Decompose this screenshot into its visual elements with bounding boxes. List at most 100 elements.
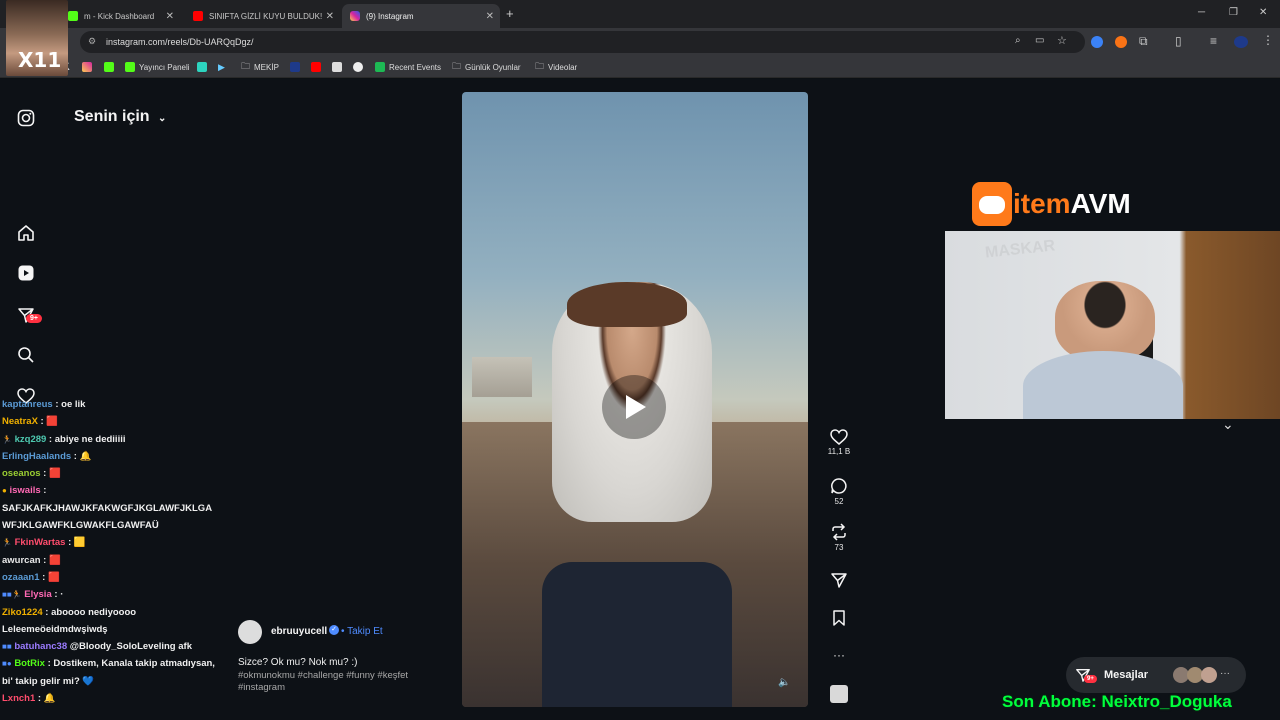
- bookmark-recent-events[interactable]: Recent Events: [375, 60, 441, 74]
- minimize-button[interactable]: ─: [1198, 7, 1205, 18]
- github-icon: [353, 62, 363, 72]
- messages-pill[interactable]: 9+ Mesajlar ···: [1066, 657, 1246, 693]
- share-button[interactable]: [826, 571, 852, 591]
- url-text: instagram.com/reels/Db-UARQqDgz/: [106, 37, 254, 47]
- bookmark-star-icon[interactable]: ☆: [1057, 34, 1067, 47]
- instagram-favicon-icon: [350, 11, 360, 21]
- audio-thumbnail[interactable]: [830, 685, 848, 703]
- bookmark-icon: [833, 610, 845, 626]
- comment-icon: [831, 478, 847, 494]
- tab-kick-dashboard[interactable]: m - Kick Dashboard ✕: [60, 4, 180, 28]
- youtube-icon: [193, 11, 203, 21]
- mute-icon[interactable]: 🔈: [778, 677, 790, 688]
- extensions-puzzle-icon[interactable]: ⧉: [1139, 34, 1148, 49]
- bookmark-label: Yayıncı Paneli: [139, 62, 190, 72]
- app-icon: [197, 62, 207, 72]
- bookmark-app[interactable]: [290, 60, 300, 74]
- author-username[interactable]: ebruuyucell: [271, 626, 327, 637]
- chat-username: iswails: [9, 485, 41, 497]
- repost-count: 73: [834, 543, 844, 552]
- chat-username: batuhanc38: [14, 641, 68, 653]
- sidepanel-icon[interactable]: ▯: [1175, 34, 1182, 48]
- tab-title: m - Kick Dashboard: [84, 11, 155, 21]
- tab-youtube-video[interactable]: SINIFTA GİZLİ KUYU BULDUK! 🐇 ✕: [185, 4, 340, 28]
- bookmark-play[interactable]: ▶: [218, 60, 225, 74]
- bookmark-folder-videolar[interactable]: 🗀 Videolar: [535, 60, 577, 74]
- cast-icon[interactable]: ▭: [1035, 35, 1044, 46]
- bookmark-kick[interactable]: [104, 60, 114, 74]
- home-icon[interactable]: [17, 224, 35, 242]
- chat-message: NeatraX : 🟥: [2, 416, 59, 428]
- more-options-icon[interactable]: ···: [826, 648, 852, 662]
- zoom-icon[interactable]: ⌕: [1015, 35, 1021, 46]
- feed-selector[interactable]: Senin için ⌄: [74, 108, 166, 126]
- bookmark-yayinci-paneli[interactable]: Yayıncı Paneli: [125, 60, 190, 74]
- bookmark-youtube[interactable]: [311, 60, 321, 74]
- close-window-button[interactable]: ✕: [1259, 7, 1267, 18]
- folder-icon: 🗀: [241, 61, 251, 71]
- browser-toolbar: ⚙ instagram.com/reels/Db-UARQqDgz/ ⌕ ▭ ☆…: [0, 28, 1280, 56]
- badge-icon: ●: [2, 486, 7, 496]
- bookmark-github[interactable]: [353, 60, 363, 74]
- chat-text: oe lik: [61, 399, 86, 410]
- bookmark-app[interactable]: [197, 60, 207, 74]
- post-hashtags[interactable]: #okmunokmu #challenge #funny #keşfet #in…: [238, 670, 448, 694]
- chat-text: 🟥: [47, 571, 60, 583]
- chat-username: kaptanreus: [2, 399, 53, 410]
- reels-icon[interactable]: [17, 264, 35, 282]
- play-button[interactable]: [602, 375, 666, 439]
- more-menu-icon[interactable]: ⋮: [1262, 33, 1274, 47]
- folder-icon: 🗀: [452, 61, 462, 71]
- close-tab-icon[interactable]: ✕: [166, 11, 174, 22]
- bookmark-image[interactable]: [332, 60, 342, 74]
- extension-icon[interactable]: [1115, 36, 1127, 48]
- last-subscriber-text: Son Abone: Neixtro_Doguka: [1002, 692, 1232, 711]
- repost-button[interactable]: 73: [826, 523, 852, 552]
- bookmark-instagram[interactable]: [82, 60, 92, 74]
- chat-text: abiye ne dediiiii: [54, 433, 126, 445]
- chat-username: Ziko1224: [2, 606, 43, 618]
- chat-text: 🟥: [49, 468, 61, 480]
- tab-instagram[interactable]: (9) Instagram ✕: [342, 4, 500, 28]
- chevron-down-icon[interactable]: ⌄: [1222, 416, 1234, 433]
- restore-button[interactable]: ❐: [1229, 7, 1238, 18]
- reel-video[interactable]: 🔈: [462, 92, 808, 707]
- app-icon: [290, 62, 300, 72]
- save-button[interactable]: [826, 609, 852, 629]
- instagram-logo-icon[interactable]: [17, 109, 35, 127]
- chat-message: ■● BotRix : Dostikem, Kanala takip atmad…: [2, 658, 215, 687]
- chat-username: BotRix: [14, 658, 45, 670]
- kick-icon: [125, 62, 135, 72]
- follow-label: Takip Et: [347, 626, 383, 637]
- search-icon[interactable]: [17, 346, 35, 364]
- chat-message: 🏃 kzq289 : abiye ne dediiiii: [2, 433, 126, 445]
- site-info-icon[interactable]: ⚙: [88, 36, 96, 47]
- youtube-icon: [311, 62, 321, 72]
- chat-message: oseanos : 🟥: [2, 468, 61, 480]
- like-button[interactable]: 11,1 B: [826, 429, 852, 456]
- bookmark-folder-mekip[interactable]: 🗀 MEKİP: [241, 60, 279, 74]
- more-icon: ···: [1220, 668, 1230, 679]
- address-bar[interactable]: ⚙ instagram.com/reels/Db-UARQqDgz/ ⌕ ▭ ☆: [80, 31, 1085, 53]
- tab-title: SINIFTA GİZLİ KUYU BULDUK! 🐇: [209, 11, 324, 21]
- chat-username: ozaaan1: [2, 571, 40, 583]
- chat-text: 🔔: [79, 450, 92, 462]
- feed-title: Senin için: [74, 108, 150, 125]
- close-tab-icon[interactable]: ✕: [326, 11, 334, 22]
- bookmark-label: Günlük Oyunlar: [465, 62, 521, 72]
- profile-avatar[interactable]: [1234, 36, 1248, 48]
- like-count: 11,1 B: [827, 447, 851, 456]
- comment-button[interactable]: 52: [826, 477, 852, 506]
- chat-message: Lxnch1 : 🔔: [2, 693, 56, 705]
- new-tab-button[interactable]: +: [506, 6, 514, 21]
- instagram-icon: [82, 62, 92, 72]
- streamer-shirt: [1023, 351, 1183, 419]
- extension-icon[interactable]: [1091, 36, 1103, 48]
- author-avatar[interactable]: [238, 620, 262, 644]
- bookmark-folder-gunluk-oyunlar[interactable]: 🗀 Günlük Oyunlar: [452, 60, 521, 74]
- streamer-face: [1055, 281, 1155, 361]
- follow-button[interactable]: • Takip Et: [341, 626, 383, 637]
- close-tab-icon[interactable]: ✕: [486, 11, 494, 22]
- media-icon[interactable]: ≡: [1210, 34, 1217, 48]
- chat-username: FkinWartas: [14, 537, 66, 549]
